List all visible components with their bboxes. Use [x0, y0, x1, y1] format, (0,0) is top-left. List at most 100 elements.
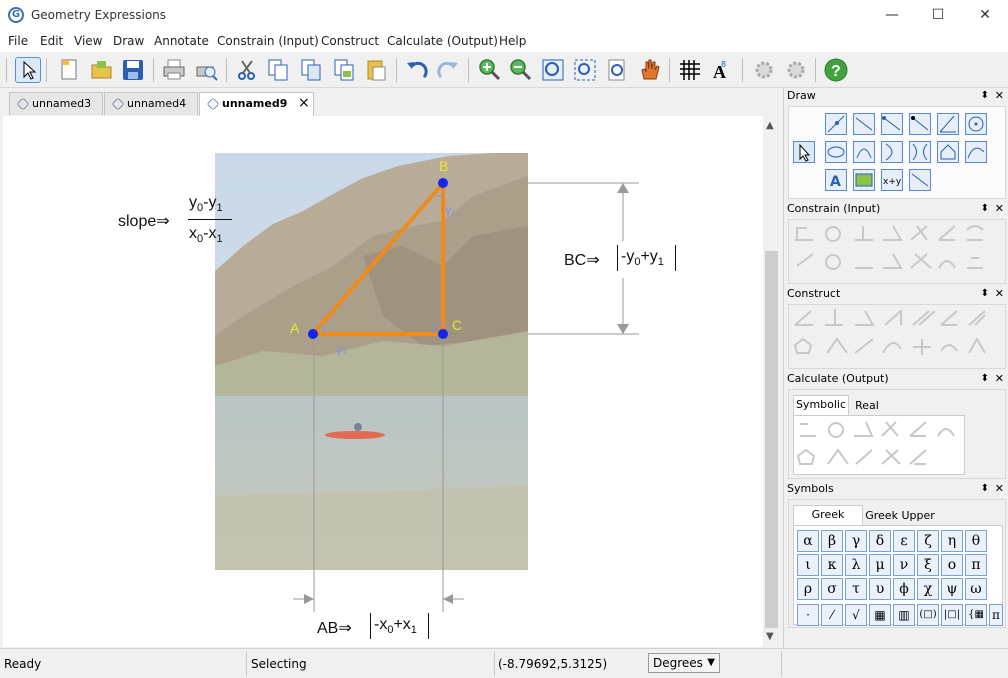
draw-ellipse-icon[interactable] — [825, 141, 847, 163]
tab-unnamed9[interactable]: unnamed9 × — [199, 92, 314, 116]
draw-arc-icon[interactable] — [853, 141, 875, 163]
point-a[interactable] — [308, 329, 318, 339]
symbol-omega[interactable]: ω — [965, 578, 987, 600]
symbol-power[interactable]: ▦ — [869, 604, 891, 626]
menu-edit[interactable]: Edit — [40, 34, 63, 48]
draw-parabola-icon[interactable] — [881, 141, 903, 163]
zoom-in-icon[interactable] — [477, 57, 503, 83]
zoom-out-icon[interactable] — [508, 57, 534, 83]
draw-ray-icon[interactable] — [909, 113, 931, 135]
print-preview-icon[interactable] — [193, 57, 219, 83]
symbol-xi[interactable]: ξ — [917, 554, 939, 576]
draw-function-icon[interactable] — [965, 141, 987, 163]
symbol-parentheses[interactable]: (□) — [917, 604, 939, 626]
tab-unnamed4[interactable]: unnamed4 — [104, 92, 198, 115]
close-panel-icon[interactable]: ✕ — [995, 481, 1004, 496]
pin-icon[interactable]: ⬍ — [981, 286, 989, 301]
draw-expression-icon[interactable]: x+y — [881, 169, 903, 191]
text-size-icon[interactable]: A8 — [709, 57, 735, 83]
redo-icon[interactable] — [435, 57, 461, 83]
symbol-psi[interactable]: ψ — [941, 578, 963, 600]
zoom-page-icon[interactable] — [604, 57, 630, 83]
copy-special-icon[interactable] — [298, 57, 324, 83]
scroll-down-icon[interactable]: ▼ — [766, 631, 774, 642]
symbol-eta[interactable]: η — [941, 530, 963, 552]
close-panel-icon[interactable]: ✕ — [995, 371, 1004, 386]
angle-unit-select[interactable]: Degrees ▼ — [648, 653, 720, 673]
symbol-matrix[interactable]: {▦ — [965, 604, 987, 626]
copy-image-icon[interactable] — [331, 57, 357, 83]
symbol-kappa[interactable]: κ — [821, 554, 843, 576]
symbol-delta[interactable]: δ — [869, 530, 891, 552]
draw-select-icon[interactable] — [793, 141, 815, 163]
paste-icon[interactable] — [363, 57, 389, 83]
scroll-up-icon[interactable]: ▲ — [766, 120, 774, 131]
tab-greek-upper[interactable]: Greek Upper — [865, 508, 935, 525]
menu-file[interactable]: File — [8, 34, 28, 48]
scrollbar-thumb[interactable] — [765, 251, 778, 628]
symbol-pi-constant[interactable]: π — [989, 604, 1003, 626]
select-arrow-icon[interactable] — [15, 57, 41, 83]
symbol-beta[interactable]: β — [821, 530, 843, 552]
tab-symbolic[interactable]: Symbolic — [793, 395, 849, 415]
zoom-box-icon[interactable] — [572, 57, 598, 83]
symbol-theta[interactable]: θ — [965, 530, 987, 552]
symbol-dot[interactable]: · — [797, 604, 819, 626]
menu-calculate[interactable]: Calculate (Output) — [387, 34, 498, 48]
symbol-mu[interactable]: μ — [869, 554, 891, 576]
draw-locus-icon[interactable] — [909, 169, 931, 191]
symbol-absolute[interactable]: |□| — [941, 604, 963, 626]
symbol-lambda[interactable]: λ — [845, 554, 867, 576]
settings-gear-2-icon[interactable] — [783, 57, 809, 83]
menu-annotate[interactable]: Annotate — [154, 34, 209, 48]
help-icon[interactable]: ? — [823, 57, 849, 83]
symbol-iota[interactable]: ι — [797, 554, 819, 576]
menu-draw[interactable]: Draw — [113, 34, 144, 48]
menu-view[interactable]: View — [74, 34, 102, 48]
symbol-fraction[interactable]: ⁄ — [821, 604, 843, 626]
tab-real[interactable]: Real — [849, 398, 885, 415]
pin-icon[interactable]: ⬍ — [981, 481, 989, 496]
menu-help[interactable]: Help — [499, 34, 526, 48]
pin-icon[interactable]: ⬍ — [981, 371, 989, 386]
draw-angle-icon[interactable] — [937, 113, 959, 135]
draw-picture-icon[interactable] — [853, 169, 875, 191]
symbol-epsilon[interactable]: ε — [893, 530, 915, 552]
canvas-vertical-scrollbar[interactable]: ▲ ▼ — [763, 116, 780, 647]
symbol-nu[interactable]: ν — [893, 554, 915, 576]
close-button[interactable]: ✕ — [962, 0, 1008, 30]
tab-close-icon[interactable]: × — [298, 93, 310, 114]
settings-gear-icon[interactable] — [751, 57, 777, 83]
draw-point-icon[interactable] — [825, 113, 847, 135]
menu-constrain[interactable]: Constrain (Input) — [217, 34, 319, 48]
print-icon[interactable] — [161, 57, 187, 83]
symbol-omicron[interactable]: ο — [941, 554, 963, 576]
symbol-sqrt[interactable]: √ — [845, 604, 867, 626]
tab-greek-lower[interactable]: Greek Lower — [793, 505, 863, 539]
symbol-gamma[interactable]: γ — [845, 530, 867, 552]
point-b[interactable] — [438, 178, 448, 188]
symbol-tau[interactable]: τ — [845, 578, 867, 600]
symbol-sigma[interactable]: σ — [821, 578, 843, 600]
new-file-icon[interactable] — [56, 57, 82, 83]
symbol-phi[interactable]: ϕ — [893, 578, 915, 600]
symbol-rho[interactable]: ρ — [797, 578, 819, 600]
point-c[interactable] — [438, 329, 448, 339]
save-icon[interactable] — [120, 57, 146, 83]
pan-hand-icon[interactable] — [637, 57, 663, 83]
cut-icon[interactable] — [234, 57, 260, 83]
symbol-chi[interactable]: χ — [917, 578, 939, 600]
symbol-upsilon[interactable]: υ — [869, 578, 891, 600]
draw-segment-icon[interactable] — [881, 113, 903, 135]
draw-text-icon[interactable]: A — [825, 169, 847, 191]
draw-polygon-icon[interactable] — [937, 141, 959, 163]
symbol-pi[interactable]: π — [965, 554, 987, 576]
grid-icon[interactable] — [677, 57, 703, 83]
copy-icon[interactable] — [265, 57, 291, 83]
symbol-alpha[interactable]: α — [797, 530, 819, 552]
zoom-fit-icon[interactable] — [540, 57, 566, 83]
draw-hyperbola-icon[interactable] — [909, 141, 931, 163]
close-panel-icon[interactable]: ✕ — [995, 201, 1004, 216]
drawing-canvas[interactable]: B A C γ₁ γ₁ slope⇒ y0-y1 x0-x1 BC⇒ -y0+y… — [3, 116, 763, 647]
menu-construct[interactable]: Construct — [321, 34, 379, 48]
